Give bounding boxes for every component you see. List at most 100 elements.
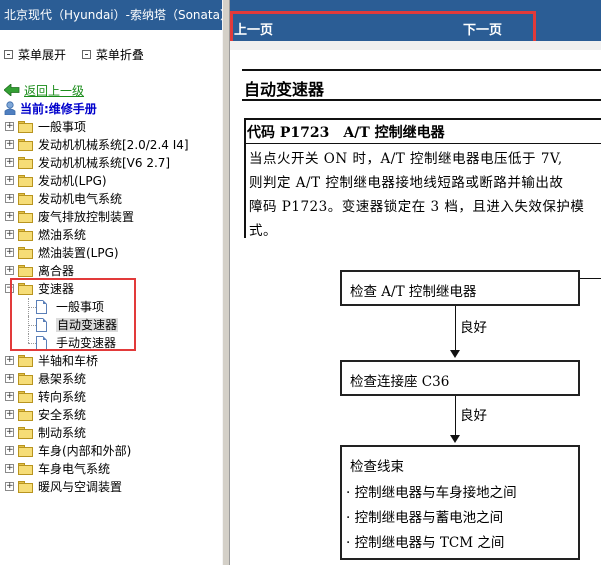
flow-step-item: · 控制继电器与车身接地之间 <box>346 485 517 501</box>
tree-item-label: 车身电气系统 <box>38 462 111 476</box>
flow-ok-label: 良好 <box>460 320 487 336</box>
expand-toggle-icon[interactable]: + <box>5 428 14 437</box>
current-location-label: 当前:维修手册 <box>20 101 97 116</box>
tree-item-fuel-lpg[interactable]: + 燃油装置(LPG) <box>0 244 222 262</box>
expand-toggle-icon[interactable]: + <box>5 194 14 203</box>
expand-toggle-icon[interactable]: + <box>5 248 14 257</box>
tree-item-label: 一般事项 <box>38 120 87 134</box>
back-link[interactable]: 返回上一级 <box>4 82 84 98</box>
menu-bar: 菜单展开 菜单折叠 <box>4 46 156 62</box>
folder-icon <box>18 247 34 259</box>
folder-icon <box>18 445 34 457</box>
folder-icon <box>18 211 34 223</box>
menu-collapse-label: 菜单折叠 <box>95 48 144 62</box>
tree-item-brakes[interactable]: + 制动系统 <box>0 424 222 442</box>
current-location: 当前:维修手册 <box>4 100 97 116</box>
tree-item-body[interactable]: + 车身(内部和外部) <box>0 442 222 460</box>
expand-toggle-icon[interactable]: + <box>5 176 14 185</box>
menu-expand-button[interactable]: 菜单展开 <box>4 46 66 63</box>
expand-toggle-icon[interactable]: + <box>5 446 14 455</box>
folder-icon <box>18 355 34 367</box>
paragraph-line: 障码 P1723。变速器锁定在 3 档，且进入失效保护模 <box>249 199 585 215</box>
flow-step-label: 检查 A/T 控制继电器 <box>350 284 477 300</box>
flow-arrow <box>455 306 456 351</box>
folder-icon <box>18 409 34 421</box>
tree-item-general[interactable]: + 一般事项 <box>0 118 222 136</box>
paragraph-line: 当点火开关 ON 时，A/T 控制继电器电压低于 7V, <box>249 151 563 167</box>
tree-item-label: 制动系统 <box>38 426 87 440</box>
tree-item-engine-mechanical-v6[interactable]: + 发动机机械系统[V6 2.7] <box>0 154 222 172</box>
menu-collapse-button[interactable]: 菜单折叠 <box>81 46 144 63</box>
expand-toggle-icon[interactable]: + <box>5 122 14 131</box>
expand-icon <box>4 50 13 59</box>
tree-item-label: 燃油系统 <box>38 228 87 242</box>
flow-ok-label: 良好 <box>460 408 487 424</box>
expand-toggle-icon[interactable]: + <box>5 158 14 167</box>
manual-icon <box>4 101 16 115</box>
expand-toggle-icon[interactable]: + <box>5 482 14 491</box>
collapse-icon <box>81 50 91 59</box>
tree-item-body-electrical[interactable]: + 车身电气系统 <box>0 460 222 478</box>
tree-item-label: 暖风与空调装置 <box>38 480 123 494</box>
folder-icon <box>18 481 34 493</box>
code-title: 代码 P1723 A/T 控制继电器 <box>247 125 445 141</box>
navigation-pane: 北京现代（Hyundai）-索纳塔（Sonata）- 菜单展开 菜单折叠 返回上… <box>0 0 222 565</box>
section-rule <box>242 99 601 101</box>
code-box-top <box>244 118 601 120</box>
expand-toggle-icon[interactable]: + <box>5 356 14 365</box>
flow-arrow-head <box>450 350 460 358</box>
expand-toggle-icon[interactable]: + <box>5 212 14 221</box>
back-arrow-icon <box>4 84 20 96</box>
transmission-highlight-box <box>10 278 136 351</box>
flow-arrow-head <box>450 435 460 443</box>
code-title-rule <box>244 143 601 144</box>
tree-item-engine-electrical[interactable]: + 发动机电气系统 <box>0 190 222 208</box>
expand-toggle-icon[interactable]: + <box>5 464 14 473</box>
tree-item-label: 燃油装置(LPG) <box>38 246 119 260</box>
tree-item-engine-lpg[interactable]: + 发动机(LPG) <box>0 172 222 190</box>
expand-toggle-icon[interactable]: + <box>5 230 14 239</box>
folder-icon <box>18 139 34 151</box>
tree-item-engine-mechanical-i4[interactable]: + 发动机机械系统[2.0/2.4 I4] <box>0 136 222 154</box>
tree-item-label: 发动机机械系统[2.0/2.4 I4] <box>38 138 189 152</box>
folder-icon <box>18 391 34 403</box>
back-link-label: 返回上一级 <box>24 83 85 98</box>
tree-item-hvac[interactable]: + 暖风与空调装置 <box>0 478 222 496</box>
expand-toggle-icon[interactable]: + <box>5 374 14 383</box>
window-title: 北京现代（Hyundai）-索纳塔（Sonata）- <box>0 0 222 30</box>
expand-toggle-icon[interactable]: + <box>5 266 14 275</box>
header-rule <box>242 69 601 71</box>
folder-icon <box>18 427 34 439</box>
section-title: 自动变速器 <box>244 80 325 99</box>
pane-splitter[interactable] <box>222 0 230 565</box>
expand-toggle-icon[interactable]: + <box>5 392 14 401</box>
tree-item-label: 车身(内部和外部) <box>38 444 132 458</box>
tree-item-steering[interactable]: + 转向系统 <box>0 388 222 406</box>
flow-step-item: · 控制继电器与 TCM 之间 <box>346 535 505 551</box>
folder-icon <box>18 175 34 187</box>
expand-toggle-icon[interactable]: + <box>5 140 14 149</box>
tree-item-safety[interactable]: + 安全系统 <box>0 406 222 424</box>
flow-arrow <box>455 396 456 436</box>
tree-item-label: 转向系统 <box>38 390 87 404</box>
flow-step-check-connector: 检查连接座 C36 <box>340 360 580 396</box>
flow-step-check-relay: 检查 A/T 控制继电器 <box>340 270 580 306</box>
flow-connector <box>580 278 601 279</box>
tree-item-label: 发动机机械系统[V6 2.7] <box>38 156 171 170</box>
tree-item-label: 悬架系统 <box>38 372 87 386</box>
folder-icon <box>18 373 34 385</box>
expand-toggle-icon[interactable]: + <box>5 410 14 419</box>
folder-icon <box>18 265 34 277</box>
tree-item-label: 废气排放控制装置 <box>38 210 135 224</box>
folder-icon <box>18 157 34 169</box>
tree-item-axle[interactable]: + 半轴和车桥 <box>0 352 222 370</box>
flow-step-label: 检查线束 <box>350 459 404 475</box>
tree-item-emission-control[interactable]: + 废气排放控制装置 <box>0 208 222 226</box>
folder-icon <box>18 463 34 475</box>
flow-step-item: · 控制继电器与蓄电池之间 <box>346 510 504 526</box>
code-box-left <box>244 118 246 238</box>
flow-step-label: 检查连接座 C36 <box>350 374 450 390</box>
tree-item-fuel-system[interactable]: + 燃油系统 <box>0 226 222 244</box>
tree-item-label: 安全系统 <box>38 408 87 422</box>
tree-item-suspension[interactable]: + 悬架系统 <box>0 370 222 388</box>
